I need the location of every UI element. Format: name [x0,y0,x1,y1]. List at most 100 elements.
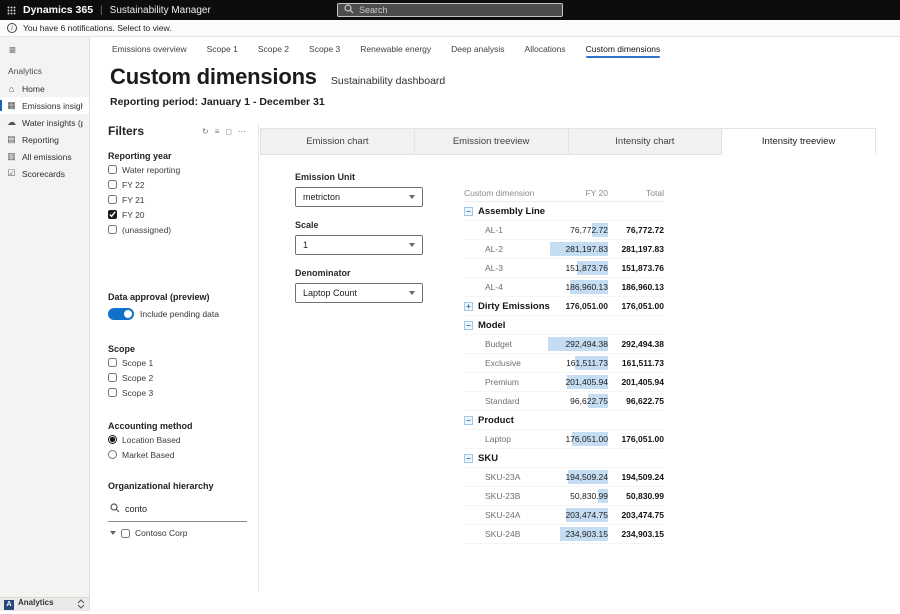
tree-row[interactable]: AL-4 186,960.13 186,960.13 [464,278,664,297]
option-label: FY 20 [122,210,145,220]
collapse-icon[interactable]: − [464,416,473,425]
option-label: (unassigned) [122,225,171,235]
tree-row[interactable]: SKU-24B 234,903.15 234,903.15 [464,525,664,544]
tab-deep-analysis[interactable]: Deep analysis [451,37,504,61]
row-label: Laptop [464,434,548,444]
checkbox[interactable] [108,373,117,382]
expand-icon[interactable]: + [464,302,473,311]
column-header: Total [608,188,664,198]
expand-filters-icon[interactable]: ◻ [225,127,232,136]
search-icon [110,500,120,518]
tab-scope-1[interactable]: Scope 1 [207,37,238,61]
tab-emission-treeview[interactable]: Emission treeview [415,128,569,155]
global-search-box[interactable] [337,3,563,17]
radio-market-based[interactable]: Market Based [108,448,246,461]
total-value: 176,051.00 [608,434,664,444]
area-switcher[interactable]: A Analytics [0,597,89,611]
collapse-icon[interactable]: − [464,454,473,463]
collapse-icon[interactable]: − [464,321,473,330]
toggle-on[interactable] [108,308,134,320]
reset-filters-icon[interactable]: ↻ [202,127,209,136]
search-input[interactable] [359,5,556,15]
checkbox-unassigned[interactable]: (unassigned) [108,223,246,236]
chevron-down-icon[interactable] [110,531,116,535]
tree-row[interactable]: Premium 201,405.94 201,405.94 [464,373,664,392]
sidebar-item-scorecards[interactable]: ☑ Scorecards [0,165,89,182]
row-label: Exclusive [464,358,548,368]
more-options-icon[interactable]: ⋯ [238,127,246,136]
sidebar-item-water-insights[interactable]: ☁ Water insights (previ... [0,114,89,131]
tab-scope-2[interactable]: Scope 2 [258,37,289,61]
accounting-method-label: Accounting method [108,421,246,431]
tab-renewable-energy[interactable]: Renewable energy [360,37,431,61]
tree-row[interactable]: AL-3 151,873.76 151,873.76 [464,259,664,278]
menu-icon[interactable]: ≡ [0,37,89,61]
tab-emission-chart[interactable]: Emission chart [260,128,415,155]
tree-row[interactable]: AL-1 76,772.72 76,772.72 [464,221,664,240]
checkbox[interactable] [108,195,117,204]
notification-text: You have 6 notifications. Select to view… [23,23,172,33]
radio-location-based[interactable]: Location Based [108,433,246,446]
tree-row[interactable]: AL-2 281,197.83 281,197.83 [464,240,664,259]
checkbox[interactable] [108,180,117,189]
app-name-label[interactable]: Sustainability Manager [110,5,211,16]
scale-dropdown[interactable]: 1 [295,235,423,255]
tab-custom-dimensions[interactable]: Custom dimensions [586,37,661,61]
tree-group-row[interactable]: −Product [464,411,664,430]
tree-row[interactable]: Laptop 176,051.00 176,051.00 [464,430,664,449]
tab-emissions-overview[interactable]: Emissions overview [112,37,187,61]
toggle-label: Include pending data [140,309,219,319]
checkbox[interactable] [108,225,117,234]
tab-label: Intensity chart [615,136,674,147]
checkbox[interactable] [108,358,117,367]
site-map-sidebar: ≡ Analytics ⌂ Home ▦ Emissions insights … [0,37,90,611]
denominator-dropdown[interactable]: Laptop Count [295,283,423,303]
tree-row[interactable]: Exclusive 161,511.73 161,511.73 [464,354,664,373]
tab-intensity-treeview[interactable]: Intensity treeview [722,128,876,155]
group-label: Assembly Line [478,206,545,217]
tab-allocations[interactable]: Allocations [525,37,566,61]
tree-row[interactable]: SKU-24A 203,474.75 203,474.75 [464,506,664,525]
notification-bar[interactable]: i You have 6 notifications. Select to vi… [0,20,900,37]
org-search-input[interactable] [125,504,245,514]
checkbox-scope-1[interactable]: Scope 1 [108,356,246,369]
checkbox[interactable] [108,210,117,219]
brand-label[interactable]: Dynamics 365 [23,4,93,16]
org-tree-node-contoso[interactable]: Contoso Corp [108,528,246,538]
radio[interactable] [108,450,117,459]
checkbox-water-reporting[interactable]: Water reporting [108,163,246,176]
checkbox-scope-2[interactable]: Scope 2 [108,371,246,384]
checkbox[interactable] [108,165,117,174]
sidebar-item-home[interactable]: ⌂ Home [0,80,89,97]
sidebar-item-emissions-insights[interactable]: ▦ Emissions insights [0,97,89,114]
tree-group-row[interactable]: −SKU [464,449,664,468]
org-hierarchy-search[interactable] [108,497,247,522]
tree-row[interactable]: Budget 292,494.38 292,494.38 [464,335,664,354]
total-value: 203,474.75 [608,510,664,520]
emission-unit-dropdown[interactable]: metricton [295,187,423,207]
tree-row[interactable]: SKU-23B 50,830.99 50,830.99 [464,487,664,506]
tree-row[interactable]: SKU-23A 194,509.24 194,509.24 [464,468,664,487]
fy20-value: 234,903.15 [565,529,608,539]
checkbox[interactable] [121,529,130,538]
checkbox-scope-3[interactable]: Scope 3 [108,386,246,399]
total-value: 292,494.38 [608,339,664,349]
checkbox-fy20[interactable]: FY 20 [108,208,246,221]
scope-label: Scope [108,344,246,354]
checkbox-fy21[interactable]: FY 21 [108,193,246,206]
checkbox-fy22[interactable]: FY 22 [108,178,246,191]
tree-row[interactable]: Standard 96,622.75 96,622.75 [464,392,664,411]
tree-group-row[interactable]: −Model [464,316,664,335]
collapse-icon[interactable]: − [464,207,473,216]
sidebar-item-all-emissions[interactable]: ▥ All emissions [0,148,89,165]
checkbox[interactable] [108,388,117,397]
include-pending-data-toggle[interactable]: Include pending data [108,308,246,320]
app-launcher-icon[interactable] [7,6,16,15]
tree-group-row[interactable]: −Assembly Line [464,202,664,221]
radio[interactable] [108,435,117,444]
filter-menu-icon[interactable]: ≡ [215,127,220,136]
sidebar-item-reporting[interactable]: ▤ Reporting [0,131,89,148]
tree-group-row[interactable]: +Dirty Emissions 176,051.00 176,051.00 [464,297,664,316]
tab-intensity-chart[interactable]: Intensity chart [569,128,723,155]
tab-scope-3[interactable]: Scope 3 [309,37,340,61]
